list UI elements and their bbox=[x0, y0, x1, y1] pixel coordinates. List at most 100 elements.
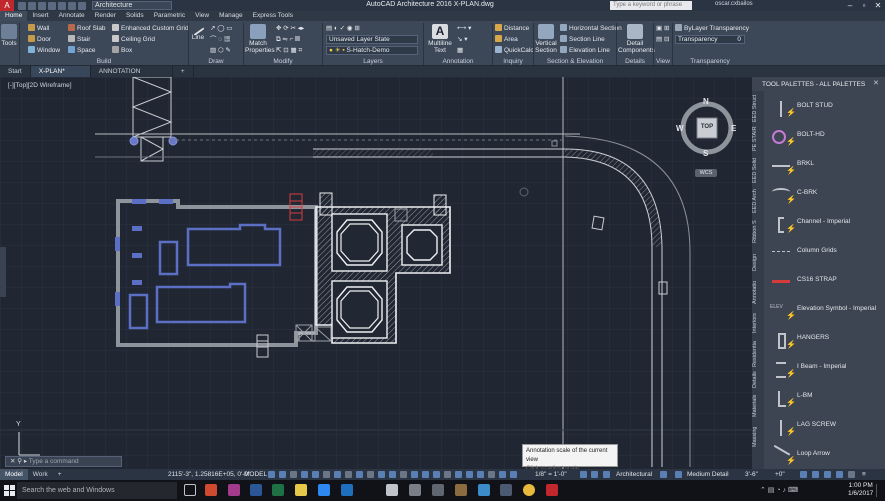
auto-scale-icon[interactable] bbox=[433, 471, 440, 478]
palette-tab-eed-struct[interactable]: EED Struct bbox=[752, 93, 764, 123]
annotation-visibility-icon[interactable] bbox=[422, 471, 429, 478]
palette-tab-massing[interactable]: Massing bbox=[752, 422, 764, 452]
object-snap-tracking-icon[interactable] bbox=[323, 471, 330, 478]
tab-view[interactable]: View bbox=[190, 11, 214, 21]
palette-tab-ribbon[interactable]: Ribbon S bbox=[752, 217, 764, 247]
isodraft-icon[interactable] bbox=[312, 471, 319, 478]
layer-state-select[interactable]: Unsaved Layer State bbox=[326, 35, 418, 44]
dimension-icon[interactable]: ⟷ ▾ bbox=[457, 24, 471, 33]
palette-tab-interiors[interactable]: Interiors bbox=[752, 308, 764, 338]
tab-home[interactable]: Home bbox=[0, 11, 28, 21]
3d-object-snap-icon[interactable] bbox=[378, 471, 385, 478]
isolate-objects-icon[interactable] bbox=[499, 471, 506, 478]
properties-collapsed-tab[interactable] bbox=[0, 247, 6, 297]
door-button[interactable]: Door bbox=[28, 35, 51, 44]
compass-east[interactable]: E bbox=[731, 124, 736, 133]
help-search-input[interactable]: Type a keyword or phrase bbox=[610, 1, 692, 10]
space-button[interactable]: Space bbox=[68, 46, 95, 55]
app-icon[interactable] bbox=[500, 484, 512, 496]
hatch-icon[interactable]: ▨ ⬡ ✎ bbox=[210, 46, 231, 55]
print-icon[interactable] bbox=[58, 1, 66, 10]
palette-item-hangers[interactable]: ⚡ HANGERS bbox=[764, 326, 885, 354]
palette-close-icon[interactable]: ✕ bbox=[873, 79, 879, 87]
leader-icon[interactable]: ↘ ▾ bbox=[457, 35, 468, 44]
store-icon[interactable] bbox=[409, 484, 421, 496]
view-manager-icon[interactable]: ▤ ⊟ bbox=[656, 35, 669, 44]
open-icon[interactable] bbox=[28, 1, 36, 10]
tab-work[interactable]: Work bbox=[28, 469, 53, 480]
display-config-icon[interactable] bbox=[603, 471, 610, 478]
onenote-icon[interactable] bbox=[228, 484, 240, 496]
performance-icon[interactable] bbox=[812, 471, 819, 478]
wcs-menu[interactable]: WCS bbox=[695, 169, 717, 177]
roof-slab-button[interactable]: Roof Slab bbox=[68, 24, 106, 33]
palette-tab-residential[interactable]: Residentia bbox=[752, 339, 764, 369]
palette-item-bolt-stud[interactable]: ⚡ BOLT STUD bbox=[764, 94, 885, 122]
fullscreen-icon[interactable] bbox=[848, 471, 855, 478]
pdf-icon[interactable] bbox=[205, 484, 217, 496]
tab-annotate[interactable]: Annotate bbox=[54, 11, 90, 21]
transparency-icon[interactable] bbox=[356, 471, 363, 478]
palette-item-channel[interactable]: ⚡ Channel - Imperial bbox=[764, 210, 885, 238]
annotation-monitor-icon[interactable] bbox=[455, 471, 462, 478]
tab-insert[interactable]: Insert bbox=[27, 11, 53, 21]
tab-solids[interactable]: Solids bbox=[121, 11, 149, 21]
detail-level-select[interactable]: Medium Detail bbox=[687, 469, 729, 480]
compass-north[interactable]: N bbox=[703, 97, 709, 106]
saveas-icon[interactable] bbox=[48, 1, 56, 10]
detail-components-button[interactable]: Detail Components bbox=[618, 24, 655, 54]
compass-south[interactable]: S bbox=[703, 149, 708, 158]
palette-tab-design[interactable]: Design bbox=[752, 248, 764, 276]
palette-tab-materials[interactable]: Materials bbox=[752, 391, 764, 421]
palette-tab-eed-solid[interactable]: EED Solid bbox=[752, 155, 764, 185]
copy-icon[interactable]: ⧉ ⇋ ⌐ ▤ bbox=[276, 35, 300, 44]
compass-west[interactable]: W bbox=[676, 124, 684, 133]
add-layout-button[interactable]: + bbox=[53, 469, 67, 480]
save-icon[interactable] bbox=[38, 1, 46, 10]
customize-icon[interactable] bbox=[836, 471, 843, 478]
clean-screen-icon[interactable] bbox=[800, 471, 807, 478]
polyline-icon[interactable]: ↗ ◯ ▭ bbox=[210, 24, 232, 33]
application-menu-button[interactable]: A bbox=[0, 0, 14, 11]
workspace-select[interactable]: Architecture bbox=[92, 1, 172, 10]
palette-item-column-grids[interactable]: Column Grids bbox=[764, 239, 885, 267]
table-icon[interactable]: ▦ bbox=[457, 46, 463, 55]
palette-item-brkl[interactable]: ⚡ BRKL bbox=[764, 152, 885, 180]
cut-plane-elevation[interactable]: 3'-6" bbox=[745, 469, 758, 480]
window-button[interactable]: Window bbox=[28, 46, 60, 55]
undo-icon[interactable] bbox=[68, 1, 76, 10]
annotation-scale-icon[interactable] bbox=[580, 471, 587, 478]
quickcalc-button[interactable]: QuickCalc bbox=[495, 46, 534, 55]
windows-start-icon[interactable] bbox=[4, 485, 15, 496]
drawing-canvas[interactable]: [-][Top][2D Wireframe] Y TOP N S W E WCS bbox=[0, 77, 752, 469]
section-line-button[interactable]: Section Line bbox=[560, 35, 605, 44]
palette-item-l-bm[interactable]: ⚡ L-BM bbox=[764, 384, 885, 412]
distance-button[interactable]: Distance bbox=[495, 24, 529, 33]
stair-button[interactable]: Stair bbox=[68, 35, 90, 44]
taskbar-search-input[interactable]: Search the web and Windows bbox=[17, 482, 177, 499]
menu-icon[interactable]: ≡ bbox=[862, 469, 866, 480]
view-tools-icon[interactable]: ▣ ⊞ bbox=[656, 24, 669, 33]
layer-key-icon[interactable] bbox=[660, 471, 667, 478]
selection-filter-icon[interactable] bbox=[400, 471, 407, 478]
tab-parametric[interactable]: Parametric bbox=[149, 11, 190, 21]
tab-model[interactable]: Model bbox=[0, 469, 28, 480]
layer-tools-icon[interactable]: ▤ ◐ ✓ ◉ ⊞ bbox=[326, 24, 360, 33]
viewcube-top-face[interactable]: TOP bbox=[697, 124, 717, 130]
maximize-icon[interactable]: ▫ bbox=[857, 0, 871, 11]
palette-item-elevation-symbol[interactable]: ELEV ⚡ Elevation Symbol - Imperial bbox=[764, 297, 885, 325]
status-bar-settings-icon[interactable] bbox=[824, 471, 831, 478]
stretch-icon[interactable]: ⇱ ⊡ ▦ ⌗ bbox=[276, 46, 302, 55]
palette-item-cs16-strap[interactable]: CS16 STRAP bbox=[764, 268, 885, 296]
tab-render[interactable]: Render bbox=[90, 11, 121, 21]
units-style-select[interactable]: Architectural bbox=[616, 469, 652, 480]
file-tab-x-plan[interactable]: X-PLAN* bbox=[30, 66, 91, 77]
autocad-taskbar-icon[interactable] bbox=[546, 484, 558, 496]
quick-properties-icon[interactable] bbox=[477, 471, 484, 478]
palette-tab-details[interactable]: Details bbox=[752, 370, 764, 390]
transparency-select[interactable]: ByLayer Transparency bbox=[675, 24, 749, 33]
chrome-icon[interactable] bbox=[523, 484, 535, 496]
match-properties-button[interactable]: Match Properties bbox=[245, 24, 275, 54]
viewcube[interactable]: TOP N S W E bbox=[676, 97, 738, 159]
notifications-icon[interactable] bbox=[876, 484, 883, 497]
